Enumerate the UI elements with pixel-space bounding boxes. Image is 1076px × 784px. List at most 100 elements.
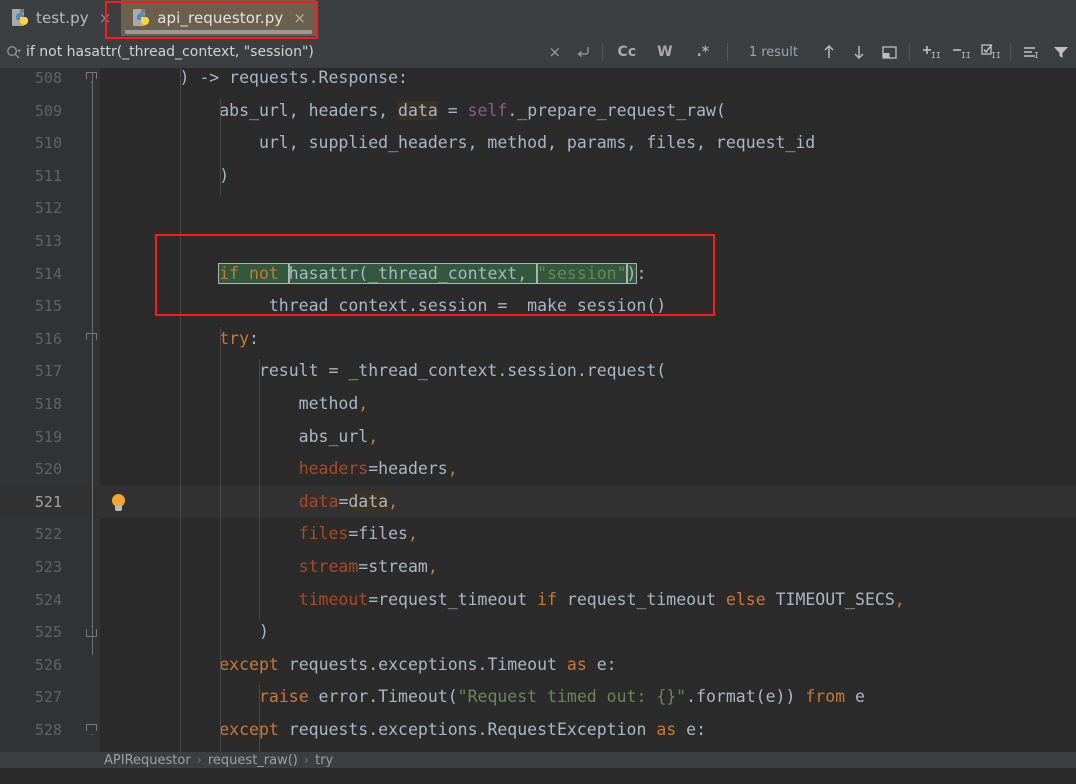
code-line[interactable]: 512 [0,192,1076,225]
line-number: 518 [34,395,62,413]
find-toolbar-controls: × Cc W .* 1 result II II II I [541,36,1076,68]
find-toolbar: if not hasattr(_thread_context, "session… [0,36,1076,68]
line-number: 516 [34,329,62,348]
select-in-editor-icon[interactable] [874,36,904,68]
line-number: 509 [34,101,62,120]
python-file-icon [133,9,150,27]
indent-guide [259,359,261,621]
line-number: 510 [34,134,62,153]
breadcrumb-item[interactable]: request_raw() [208,753,298,768]
code-line[interactable]: 516 try: [0,323,1076,356]
new-line-icon[interactable] [569,36,597,68]
indent-guide [180,68,182,768]
code-text: data=data, [298,491,399,511]
line-number: 515 [34,297,62,316]
code-text: headers=headers, [298,459,458,479]
code-line[interactable]: 515 _thread_context.session = _make_sess… [0,290,1076,323]
python-file-icon [12,9,29,27]
code-line[interactable]: 521 data=data, [0,485,1076,519]
code-line[interactable]: 520 headers=headers, [0,453,1076,486]
fold-start-marker[interactable] [86,724,99,737]
editor-tab-label: api_requestor.py [157,9,284,27]
line-number: 519 [34,427,62,446]
code-line[interactable]: 510 url, supplied_headers, method, param… [0,127,1076,160]
code-line[interactable]: 513 [0,225,1076,258]
svg-text:II: II [961,51,970,60]
code-line[interactable]: 528 except requests.exceptions.RequestEx… [0,714,1076,747]
remove-occurrence-icon[interactable]: II [945,36,975,68]
breadcrumb-separator: › [303,752,310,768]
code-line[interactable]: 509 abs_url, headers, data = self._prepa… [0,95,1076,128]
line-number: 511 [34,166,62,185]
code-text: ) -> requests.Response: [179,68,408,87]
intention-bulb-icon[interactable] [110,493,127,512]
previous-match-icon[interactable] [814,36,844,68]
clear-search-icon[interactable]: × [541,36,569,68]
code-line[interactable]: 508 ) -> requests.Response: [0,68,1076,95]
editor-tab-api-requestor-py[interactable]: api_requestor.py × [121,0,316,36]
match-case-toggle[interactable]: Cc [608,36,646,68]
code-text: except requests.exceptions.RequestExcept… [219,720,707,739]
code-text: ) [100,622,269,642]
svg-text:II: II [991,51,1000,60]
code-line[interactable]: 519 abs_url, [0,421,1076,454]
code-text: abs_url, headers, data = self._prepare_r… [100,100,726,120]
code-text: except requests.exceptions.Timeout as e: [219,654,617,674]
code-text: _thread_context.session = _make_session(… [100,296,667,316]
pycharm-editor-window: test.py × api_requestor.py × if not hasa… [0,0,1076,784]
search-icon[interactable] [0,45,26,60]
indent-guide [219,98,221,197]
breadcrumb-separator: › [196,752,202,768]
code-text: method, [100,394,369,413]
words-toggle[interactable]: W [646,36,684,68]
code-text: raise error.Timeout("Request timed out: … [258,687,865,707]
regex-toggle[interactable]: .* [684,36,722,68]
line-number: 528 [34,721,62,739]
toolbar-divider [601,43,603,61]
tab-close-icon[interactable]: × [96,10,112,26]
breadcrumb-item[interactable]: APIRequestor [104,753,191,768]
tab-close-icon[interactable]: × [290,10,306,26]
code-line[interactable]: 523 stream=stream, [0,551,1076,584]
line-number: 521 [34,492,62,511]
line-number: 517 [34,362,62,381]
code-editor[interactable]: 508 ) -> requests.Response: 509 abs_url, … [0,68,1076,768]
toolbar-divider [909,43,910,61]
code-text: ) [100,165,230,185]
editor-tab-label: test.py [36,9,89,27]
code-line[interactable]: 511 ) [0,160,1076,193]
code-text: url, supplied_headers, method, params, f… [100,133,816,153]
code-text: result = _thread_context.session.request… [100,361,667,381]
editor-tab-test-py[interactable]: test.py × [0,0,122,36]
toggle-lines-icon[interactable]: I [1016,36,1046,68]
filter-icon[interactable] [1046,36,1076,68]
code-line[interactable]: 518 method, [0,388,1076,421]
code-line[interactable]: 526 except requests.exceptions.Timeout a… [0,649,1076,682]
svg-text:I: I [1034,51,1039,60]
line-number: 508 [34,69,62,87]
code-line[interactable]: 524 timeout=request_timeout if request_t… [0,584,1076,617]
fold-region-line [92,72,93,655]
line-number: 513 [34,232,62,250]
breadcrumb: APIRequestor › request_raw() › try [0,752,1076,768]
select-all-occurrences-icon[interactable]: II [975,36,1005,68]
search-input-value: if not hasattr(_thread_context, "session… [26,44,314,60]
add-occurrence-icon[interactable]: II [915,36,945,68]
code-text: stream=stream, [298,557,438,576]
next-match-icon[interactable] [844,36,874,68]
line-number: 527 [34,688,62,707]
breadcrumb-item[interactable]: try [315,753,333,768]
line-number: 522 [34,525,62,544]
search-input[interactable]: if not hasattr(_thread_context, "session… [26,36,541,68]
indent-guide [219,326,221,653]
code-line[interactable]: 514 if not hasattr(_thread_context, "ses… [0,258,1076,291]
code-line[interactable]: 525 ) [0,616,1076,649]
line-number: 512 [34,199,62,218]
svg-text:II: II [931,51,940,60]
line-number: 523 [34,558,62,576]
code-line[interactable]: 522 files=files, [0,518,1076,551]
code-line[interactable]: 517 result = _thread_context.session.req… [0,355,1076,388]
line-number: 524 [34,590,62,609]
code-line[interactable]: 527 raise error.Timeout("Request timed o… [0,681,1076,714]
active-tab-underline [125,30,312,34]
